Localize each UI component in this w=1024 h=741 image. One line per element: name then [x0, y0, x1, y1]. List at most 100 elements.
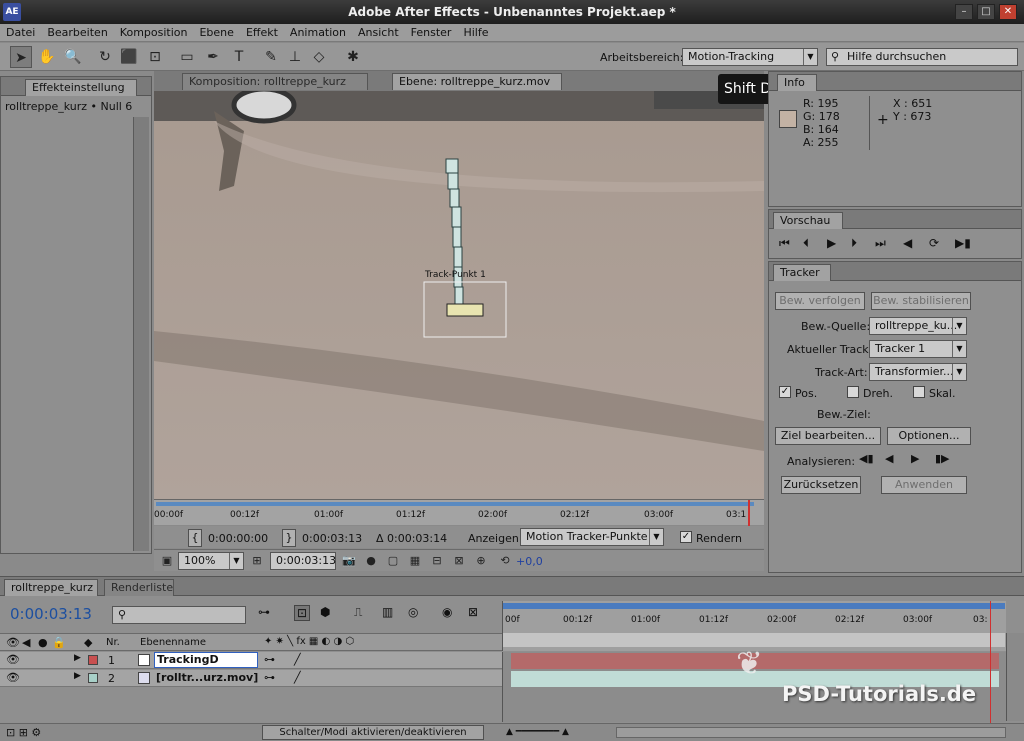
- menu-ebene[interactable]: Ebene: [193, 24, 239, 41]
- pen-tool-icon[interactable]: ✒: [202, 46, 224, 68]
- zoom-tool-icon[interactable]: 🔍: [62, 46, 84, 68]
- workspace-select[interactable]: Motion-Tracking ▼: [682, 48, 818, 66]
- track-type-select[interactable]: Transformier... ▼: [869, 363, 967, 381]
- timeline-icon[interactable]: ⊟: [426, 550, 448, 572]
- quality-switch-icon[interactable]: ╱: [294, 653, 301, 666]
- always-preview-icon[interactable]: ▣: [156, 550, 178, 572]
- motion-blur-icon[interactable]: ▥: [382, 605, 393, 619]
- rotate-tool-icon[interactable]: ↻: [94, 46, 116, 68]
- timeline-scrollbar[interactable]: [616, 727, 1006, 738]
- exposure-value[interactable]: +0,0: [516, 555, 543, 568]
- prev-frame-icon[interactable]: ⏴: [803, 236, 809, 251]
- scale-checkbox[interactable]: [913, 386, 925, 398]
- layer-row[interactable]: 👁 ▶ 2 [rolltr...urz.mov] ⊶ ╱: [0, 670, 502, 687]
- work-area-bar[interactable]: [503, 603, 1005, 609]
- layer-row[interactable]: 👁 ▶ 1 TrackingD ⊶ ╱: [0, 652, 502, 669]
- maximize-button[interactable]: □: [977, 4, 995, 20]
- selection-tool-icon[interactable]: ➤: [10, 46, 32, 68]
- ram-preview-icon[interactable]: ▶▮: [955, 236, 971, 250]
- options-button[interactable]: Optionen...: [887, 427, 971, 445]
- composition-mini-flowchart-icon[interactable]: ⊶: [258, 605, 270, 619]
- menu-animation[interactable]: Animation: [284, 24, 352, 41]
- current-time-field[interactable]: 0:00:03:13: [270, 552, 336, 570]
- current-track-select[interactable]: Tracker 1 ▼: [869, 340, 967, 358]
- color-channels-icon[interactable]: ●: [360, 550, 382, 572]
- fast-preview-icon[interactable]: ⊕: [470, 550, 492, 572]
- menu-bearbeiten[interactable]: Bearbeiten: [41, 24, 113, 41]
- zoom-slider[interactable]: ▲ ━━━━━━━━ ▲: [506, 727, 606, 737]
- rotation-checkbox[interactable]: [847, 386, 859, 398]
- draft-3d-icon[interactable]: ⊡: [294, 605, 311, 621]
- graph-editor-icon[interactable]: ◉: [442, 605, 452, 619]
- puppet-tool-icon[interactable]: ✱: [342, 46, 364, 68]
- hand-tool-icon[interactable]: ✋: [36, 46, 58, 68]
- apply-button[interactable]: Anwenden: [881, 476, 967, 494]
- play-icon[interactable]: ▶: [827, 236, 836, 250]
- first-frame-icon[interactable]: ⏮: [779, 236, 790, 251]
- footer-icons[interactable]: ⊡ ⊞ ⚙: [6, 726, 41, 739]
- stabilize-motion-button[interactable]: Bew. stabilisieren: [871, 292, 971, 310]
- snapshot-icon[interactable]: 📷: [338, 550, 360, 572]
- tab-info[interactable]: Info: [777, 74, 817, 91]
- expand-arrow-icon[interactable]: ▶: [74, 653, 81, 663]
- analyze-back-frame-icon[interactable]: ◀▮: [859, 452, 874, 465]
- menu-fenster[interactable]: Fenster: [405, 24, 458, 41]
- zoom-select[interactable]: 100% ▼: [178, 552, 244, 570]
- transparency-grid-icon[interactable]: ▦: [404, 550, 426, 572]
- visibility-icon[interactable]: 👁: [6, 671, 20, 684]
- pan-behind-tool-icon[interactable]: ⊡: [144, 46, 166, 68]
- brush-tool-icon[interactable]: ✎: [260, 46, 282, 68]
- auto-keyframe-icon[interactable]: ⊠: [468, 605, 478, 619]
- tab-render-queue[interactable]: Renderliste: [104, 579, 174, 596]
- parent-pickwhip-icon[interactable]: ⊶: [264, 653, 275, 666]
- track-motion-button[interactable]: Bew. verfolgen: [775, 292, 865, 310]
- menu-datei[interactable]: Datei: [0, 24, 41, 41]
- brainstorm-icon[interactable]: ◎: [408, 605, 418, 619]
- last-frame-icon[interactable]: ⏭: [875, 236, 886, 251]
- help-search-input[interactable]: ⚲ Hilfe durchsuchen: [826, 48, 1018, 66]
- frame-blending-icon[interactable]: ⎍: [354, 605, 362, 620]
- layer-color-label[interactable]: [88, 655, 98, 665]
- timecode-display[interactable]: 0:00:03:13: [10, 605, 92, 623]
- exposure-reset-icon[interactable]: ⟲: [494, 550, 516, 572]
- flowchart-icon[interactable]: ⊠: [448, 550, 470, 572]
- rectangle-tool-icon[interactable]: ▭: [176, 46, 198, 68]
- menu-ansicht[interactable]: Ansicht: [352, 24, 405, 41]
- layer-name[interactable]: [rolltr...urz.mov]: [156, 671, 258, 684]
- clone-tool-icon[interactable]: ⊥: [284, 46, 306, 68]
- analyze-backward-icon[interactable]: ◀: [885, 452, 893, 465]
- tab-timeline-comp[interactable]: rolltreppe_kurz: [4, 579, 98, 596]
- visibility-icon[interactable]: 👁: [6, 653, 20, 666]
- parent-pickwhip-icon[interactable]: ⊶: [264, 671, 275, 684]
- reset-button[interactable]: Zurücksetzen: [781, 476, 861, 494]
- text-tool-icon[interactable]: T: [228, 46, 250, 68]
- menu-komposition[interactable]: Komposition: [114, 24, 194, 41]
- toggle-switches-modes-button[interactable]: Schalter/Modi aktivieren/deaktivieren: [262, 725, 484, 740]
- minimize-button[interactable]: –: [955, 4, 973, 20]
- tab-tracker[interactable]: Tracker: [773, 264, 831, 281]
- layer-search-input[interactable]: ⚲: [112, 606, 246, 624]
- layer-name-input[interactable]: TrackingD: [154, 652, 258, 668]
- timeline-playhead[interactable]: [990, 601, 991, 741]
- loop-icon[interactable]: ⟳: [929, 236, 939, 250]
- show-select[interactable]: Motion Tracker-Punkte ▼: [520, 528, 664, 546]
- tab-effects[interactable]: Effekteinstellung: [25, 79, 137, 96]
- analyze-forward-icon[interactable]: ▶: [911, 452, 919, 465]
- menu-effekt[interactable]: Effekt: [240, 24, 284, 41]
- next-frame-icon[interactable]: ⏵: [851, 236, 857, 251]
- render-checkbox[interactable]: ✓: [680, 531, 692, 543]
- quality-switch-icon[interactable]: ╱: [294, 671, 301, 684]
- close-button[interactable]: ✕: [999, 4, 1017, 20]
- eraser-tool-icon[interactable]: ◇: [308, 46, 330, 68]
- source-select[interactable]: rolltreppe_ku... ▼: [869, 317, 967, 335]
- audio-icon[interactable]: ◀: [903, 236, 912, 250]
- menu-hilfe[interactable]: Hilfe: [457, 24, 494, 41]
- safe-zones-icon[interactable]: ⊞: [246, 550, 268, 572]
- analyze-forward-frame-icon[interactable]: ▮▶: [935, 452, 950, 465]
- viewer-work-area[interactable]: [156, 502, 754, 506]
- position-checkbox[interactable]: ✓: [779, 386, 791, 398]
- set-in-point-icon[interactable]: {: [188, 529, 202, 547]
- footage-viewer[interactable]: Track-Punkt 1: [154, 91, 764, 499]
- region-of-interest-icon[interactable]: ▢: [382, 550, 404, 572]
- shy-layers-icon[interactable]: ⬢: [320, 605, 330, 619]
